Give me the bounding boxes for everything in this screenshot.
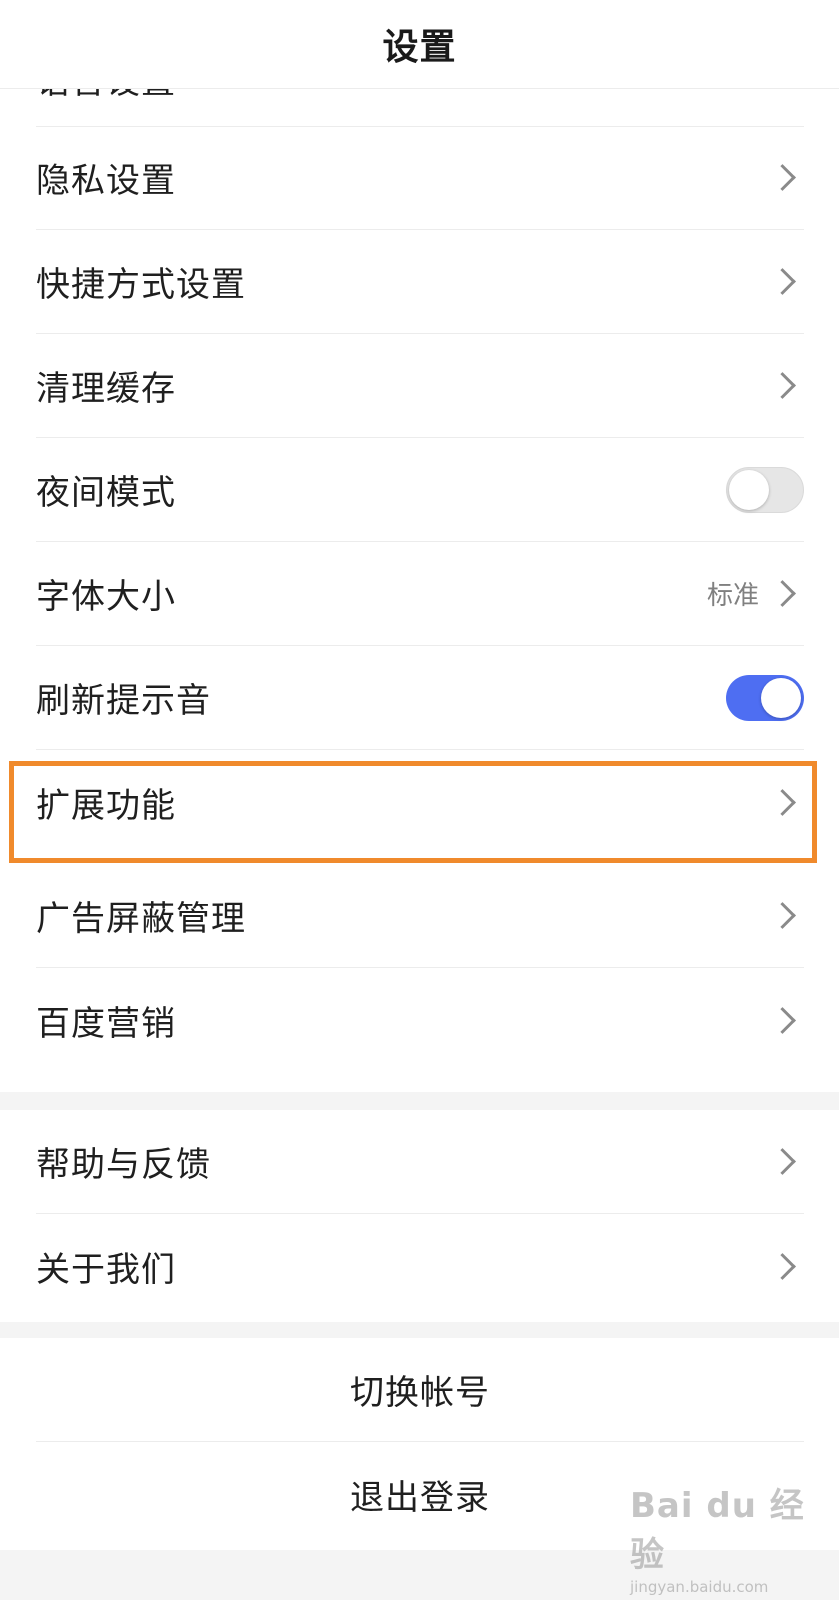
watermark-main-text: Bai du 经验 <box>630 1486 805 1575</box>
switch-account-label: 切换帐号 <box>350 1373 490 1413</box>
chevron-right-icon <box>769 1252 796 1280</box>
settings-item-help-feedback[interactable]: 帮助与反馈 <box>36 1110 804 1214</box>
settings-item-label: 快捷方式设置 <box>36 265 246 305</box>
top-bar: 设置 <box>0 0 839 89</box>
chevron-right-icon <box>769 164 796 191</box>
settings-group-main: 语音设置 隐私设置 快捷方式设置 清理缓存 夜间模式 字体大小 标准 <box>0 88 839 1092</box>
chevron-right-icon <box>769 268 796 295</box>
chevron-right-icon <box>769 1148 796 1175</box>
switch-account-button[interactable]: 切换帐号 <box>36 1338 804 1442</box>
watermark-url-text: jingyan.baidu.com <box>630 1578 769 1596</box>
chevron-right-icon <box>769 580 796 607</box>
refresh-sound-toggle[interactable] <box>726 674 804 721</box>
settings-item-label: 清理缓存 <box>36 369 176 409</box>
settings-item-label: 关于我们 <box>36 1249 176 1290</box>
settings-item-label: 隐私设置 <box>36 161 176 201</box>
settings-item-ad-block[interactable]: 广告屏蔽管理 <box>36 864 804 968</box>
settings-item-label: 字体大小 <box>36 577 176 617</box>
settings-item-font-size[interactable]: 字体大小 标准 <box>36 542 804 646</box>
settings-item-privacy[interactable]: 隐私设置 <box>36 126 804 230</box>
settings-item-label: 百度营销 <box>36 1003 176 1044</box>
night-mode-toggle[interactable] <box>726 466 804 513</box>
settings-group-help: 帮助与反馈 关于我们 <box>0 1110 839 1322</box>
settings-item-baidu-marketing[interactable]: 百度营销 <box>36 968 804 1072</box>
settings-page: 设置 语音设置 隐私设置 快捷方式设置 清理缓存 夜间模式 字体大小 标准 <box>0 0 839 1600</box>
settings-item-refresh-sound: 刷新提示音 <box>36 646 804 750</box>
chevron-right-icon <box>769 372 796 399</box>
settings-item-clear-cache[interactable]: 清理缓存 <box>36 334 804 438</box>
settings-item-label: 广告屏蔽管理 <box>36 899 246 939</box>
settings-item-label: 夜间模式 <box>36 473 176 513</box>
settings-item-label: 帮助与反馈 <box>36 1145 211 1185</box>
page-title: 设置 <box>382 27 457 68</box>
settings-item-voice[interactable]: 语音设置 <box>36 88 804 127</box>
toggle-knob <box>761 677 801 718</box>
settings-item-label: 扩展功能 <box>36 785 176 826</box>
font-size-value: 标准 <box>706 581 759 611</box>
settings-item-label: 刷新提示音 <box>36 681 211 721</box>
baidu-jingyan-watermark: Bai du 经验 jingyan.baidu.com <box>630 1478 810 1596</box>
chevron-right-icon <box>769 902 796 929</box>
settings-item-label: 语音设置 <box>36 88 176 103</box>
logout-label: 退出登录 <box>350 1477 490 1518</box>
settings-item-shortcuts[interactable]: 快捷方式设置 <box>36 230 804 334</box>
settings-item-about-us[interactable]: 关于我们 <box>36 1214 804 1318</box>
settings-item-extensions[interactable]: 扩展功能 <box>36 750 804 854</box>
settings-item-night-mode: 夜间模式 <box>36 438 804 542</box>
chevron-right-icon <box>769 788 796 816</box>
toggle-knob <box>729 469 769 510</box>
chevron-right-icon <box>769 1006 796 1034</box>
